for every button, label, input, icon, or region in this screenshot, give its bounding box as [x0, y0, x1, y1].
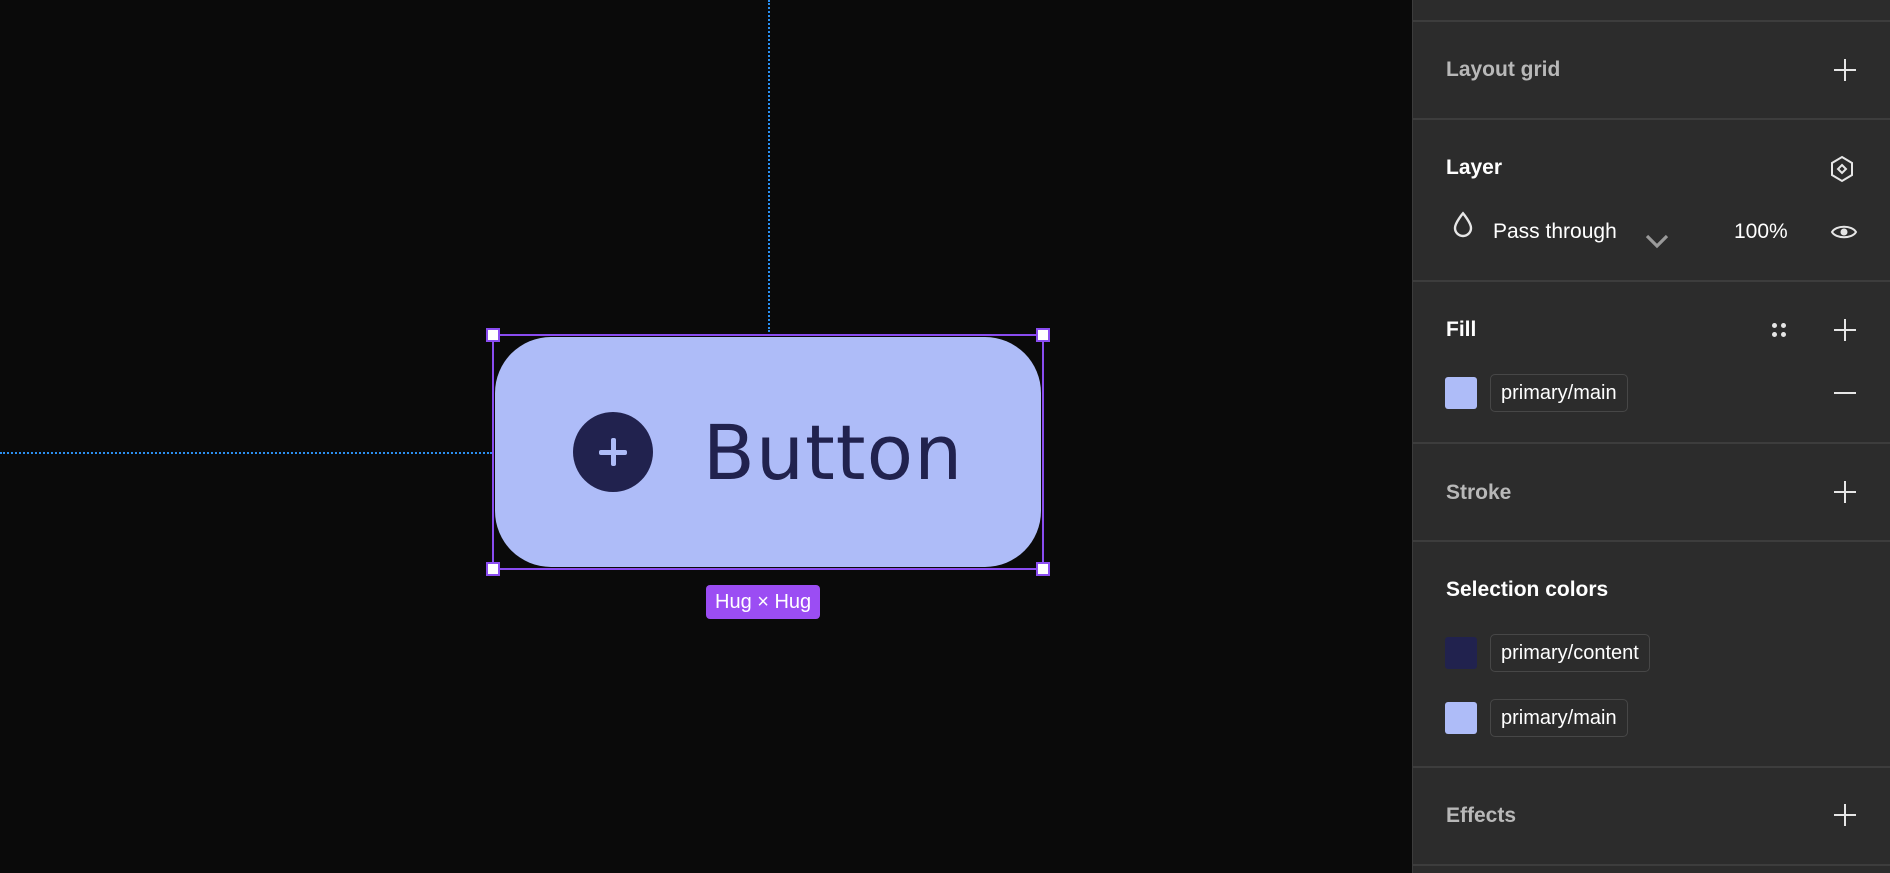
button-label: Button — [702, 407, 964, 497]
chevron-down-icon[interactable] — [1641, 224, 1673, 256]
horizontal-guide — [0, 452, 492, 454]
styles-grid-icon[interactable] — [1763, 314, 1795, 346]
fill-style-token[interactable]: primary/main — [1490, 374, 1628, 412]
selection-color-swatch[interactable] — [1445, 702, 1477, 734]
selection-color-token[interactable]: primary/content — [1490, 634, 1650, 672]
layer-section: Layer Pass through 100% — [1413, 120, 1890, 282]
fill-title: Fill — [1446, 318, 1477, 341]
fill-section: Fill primary/main — [1413, 282, 1890, 444]
selection-color-token[interactable]: primary/main — [1490, 699, 1628, 737]
layer-title: Layer — [1446, 156, 1503, 179]
plus-icon[interactable] — [1829, 54, 1861, 86]
stroke-title: Stroke — [1446, 481, 1512, 504]
effects-title: Effects — [1446, 804, 1517, 827]
plus-icon[interactable] — [1829, 799, 1861, 831]
resize-handle-bottom-right[interactable] — [1036, 562, 1050, 576]
selection-box[interactable]: Button — [486, 328, 1050, 576]
layout-grid-section: Layout grid — [1413, 22, 1890, 120]
fill-color-swatch[interactable] — [1445, 377, 1477, 409]
properties-panel: Layout grid Layer Pass through 100% Fill — [1412, 0, 1890, 873]
vertical-guide — [768, 0, 770, 332]
effects-section: Effects — [1413, 768, 1890, 866]
selection-colors-section: Selection colors primary/content primary… — [1413, 542, 1890, 768]
panel-top-divider — [1413, 0, 1890, 22]
plus-circle-icon — [572, 412, 653, 492]
selection-color-swatch[interactable] — [1445, 637, 1477, 669]
selection-colors-title: Selection colors — [1446, 578, 1609, 601]
layout-grid-title: Layout grid — [1446, 58, 1561, 81]
eye-icon[interactable] — [1828, 216, 1860, 248]
stroke-section: Stroke — [1413, 444, 1890, 542]
component-icon[interactable] — [1826, 153, 1858, 185]
resize-handle-bottom-left[interactable] — [486, 562, 500, 576]
plus-icon[interactable] — [1829, 476, 1861, 508]
size-badge: Hug × Hug — [706, 585, 821, 619]
minus-icon[interactable] — [1829, 377, 1861, 409]
button-component[interactable]: Button — [495, 337, 1041, 567]
resize-handle-top-left[interactable] — [486, 328, 500, 342]
canvas[interactable]: Button Hug × Hug — [0, 0, 1412, 873]
drop-icon — [1453, 211, 1473, 238]
resize-handle-top-right[interactable] — [1036, 328, 1050, 342]
plus-icon[interactable] — [1829, 314, 1861, 346]
layer-opacity[interactable]: 100% — [1734, 220, 1788, 244]
blend-mode-select[interactable]: Pass through — [1493, 220, 1617, 244]
